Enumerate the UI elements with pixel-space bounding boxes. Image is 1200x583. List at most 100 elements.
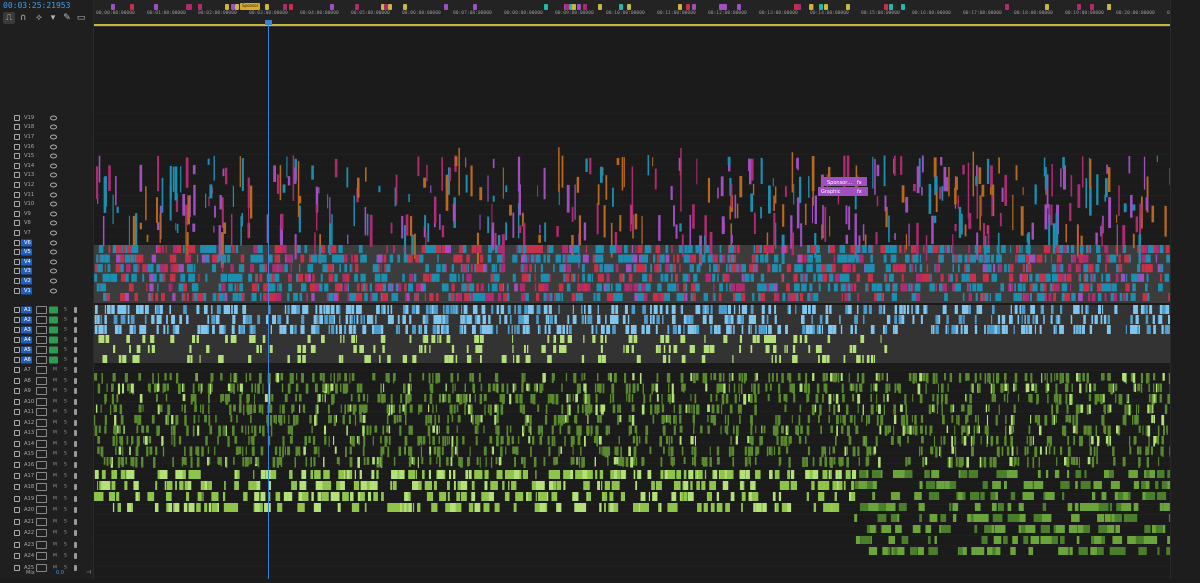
clip[interactable] (1054, 394, 1055, 402)
eye-icon[interactable] (50, 163, 57, 168)
clip[interactable] (409, 274, 413, 282)
clip[interactable] (1116, 274, 1118, 282)
clip[interactable] (1036, 394, 1038, 404)
clip[interactable] (399, 325, 400, 334)
clip[interactable] (617, 415, 619, 425)
clip[interactable] (591, 426, 593, 435)
clip[interactable] (764, 426, 766, 434)
clip[interactable] (818, 355, 820, 363)
clip[interactable] (1141, 305, 1144, 314)
clip[interactable] (193, 426, 195, 437)
clip[interactable] (612, 394, 614, 403)
clip[interactable] (1088, 264, 1093, 272)
clip[interactable] (997, 245, 999, 253)
clip[interactable] (1118, 264, 1122, 272)
clip[interactable] (800, 426, 803, 434)
clip[interactable] (451, 283, 454, 291)
clip[interactable] (908, 224, 909, 246)
clip[interactable] (745, 457, 748, 467)
clip[interactable] (865, 436, 867, 447)
lock-icon[interactable] (14, 451, 20, 457)
clip[interactable] (384, 264, 386, 272)
clip[interactable] (574, 415, 576, 423)
clip[interactable] (958, 264, 960, 272)
clip[interactable] (995, 293, 1001, 301)
clip[interactable] (1025, 447, 1026, 456)
clip[interactable] (553, 345, 556, 353)
clip[interactable] (611, 384, 614, 394)
clip[interactable] (175, 325, 179, 334)
clip[interactable] (1009, 274, 1010, 282)
clip[interactable] (368, 355, 369, 363)
clip[interactable] (491, 325, 492, 334)
clip[interactable] (808, 447, 810, 456)
clip[interactable] (634, 293, 638, 301)
clip[interactable] (351, 335, 355, 343)
track-header-v9[interactable]: V9 (0, 209, 93, 219)
mute-toggle-active[interactable] (49, 307, 58, 314)
clip[interactable] (291, 426, 292, 436)
clip[interactable] (754, 245, 755, 253)
clip[interactable] (966, 457, 969, 468)
clip[interactable] (569, 245, 573, 253)
clip[interactable] (597, 384, 600, 393)
clip[interactable] (596, 436, 598, 444)
clip[interactable] (674, 405, 675, 414)
clip[interactable] (183, 305, 187, 314)
clip[interactable] (248, 355, 251, 363)
lock-icon[interactable] (14, 163, 20, 169)
clip[interactable] (683, 274, 689, 282)
clip[interactable] (446, 305, 450, 314)
clip[interactable] (1005, 415, 1006, 424)
clip[interactable] (1022, 305, 1025, 314)
clip[interactable] (318, 447, 319, 458)
clip[interactable] (668, 384, 669, 393)
clip[interactable] (878, 373, 880, 382)
clip[interactable] (1072, 255, 1076, 263)
clip[interactable] (553, 457, 554, 465)
clip[interactable] (1086, 384, 1088, 393)
lock-icon[interactable] (14, 172, 20, 178)
timeline-marker[interactable] (619, 4, 623, 10)
clip[interactable] (811, 245, 816, 253)
clip[interactable] (298, 355, 299, 363)
clip[interactable] (885, 325, 888, 334)
mic-icon[interactable] (74, 420, 77, 426)
timeline-marker[interactable] (231, 4, 235, 10)
clip[interactable] (509, 394, 511, 404)
clip[interactable] (496, 384, 498, 393)
clip[interactable] (179, 283, 183, 291)
clip[interactable] (542, 245, 543, 253)
clip[interactable] (1090, 325, 1092, 334)
clip[interactable] (106, 394, 107, 402)
clip[interactable] (1108, 373, 1110, 380)
clip[interactable] (137, 345, 141, 353)
clip[interactable] (998, 264, 1002, 272)
clip[interactable] (299, 447, 300, 457)
clip[interactable] (285, 394, 288, 402)
source-patch-icon[interactable] (36, 564, 47, 572)
clip[interactable] (894, 233, 896, 240)
clip[interactable] (402, 405, 404, 412)
clip[interactable] (182, 457, 183, 466)
clip[interactable] (169, 305, 171, 314)
clip[interactable] (439, 214, 440, 230)
clip[interactable] (382, 447, 384, 455)
clip[interactable] (149, 283, 153, 291)
clip[interactable] (306, 457, 308, 467)
timeline-marker[interactable] (572, 4, 576, 10)
clip[interactable] (877, 283, 882, 291)
clip[interactable] (847, 156, 850, 181)
clip[interactable] (120, 405, 122, 415)
clip[interactable] (430, 394, 433, 404)
clip[interactable] (601, 405, 604, 415)
clip[interactable] (428, 405, 429, 413)
clip[interactable] (248, 205, 249, 238)
clip[interactable] (816, 264, 821, 272)
clip[interactable] (334, 415, 336, 426)
clip[interactable] (605, 335, 607, 343)
clip[interactable] (189, 274, 195, 282)
clip[interactable] (255, 426, 256, 435)
clip[interactable] (195, 447, 198, 455)
clip[interactable] (872, 283, 877, 291)
